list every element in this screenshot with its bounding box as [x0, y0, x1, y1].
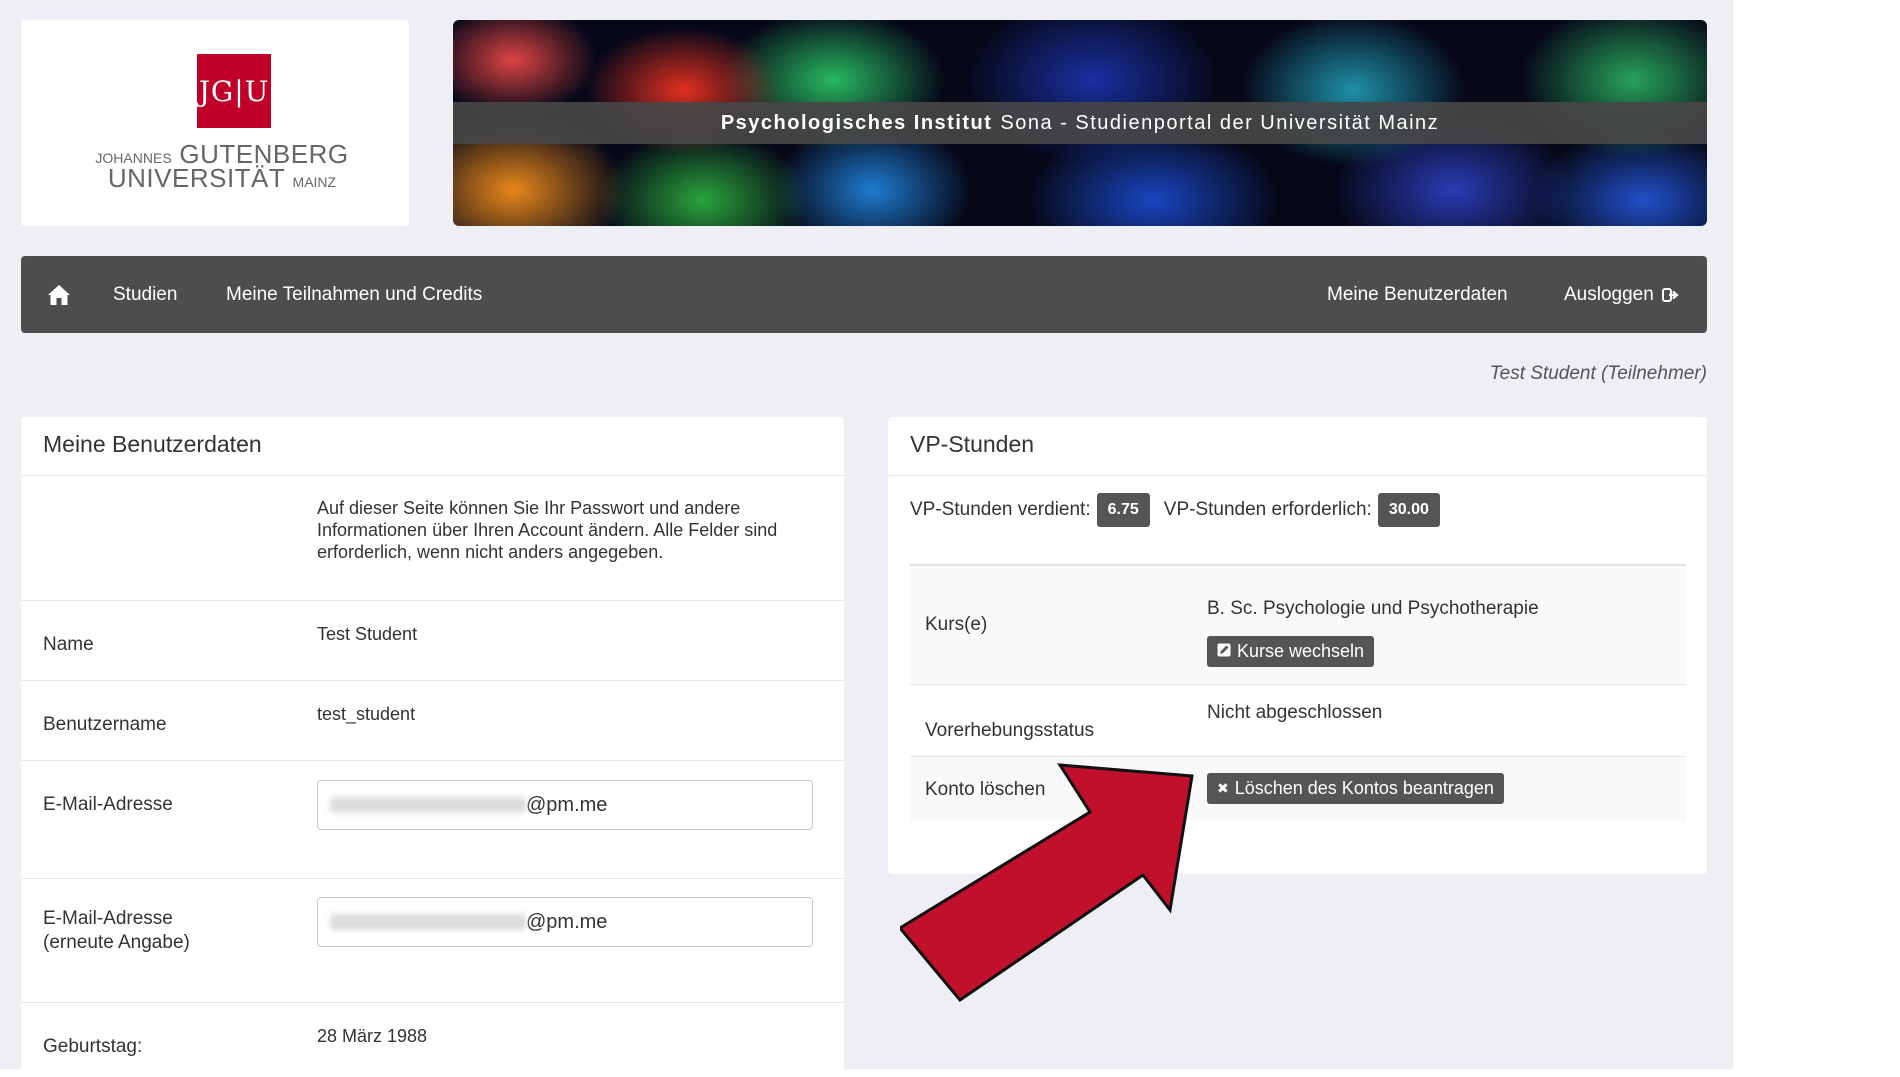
vp-earned-badge: 6.75 — [1096, 493, 1150, 527]
email-repeat-label-line-2: (erneute Angabe) — [43, 932, 190, 953]
name-value: Test Student — [317, 624, 418, 644]
divider — [888, 475, 1707, 476]
email-field-domain: @pm.me — [526, 793, 608, 816]
banner-title-rest: Sona - Studienportal der Universität Mai… — [1000, 111, 1440, 134]
sign-out-icon — [1661, 287, 1679, 302]
jgu-logo-mark: JG|U — [197, 54, 271, 128]
current-user-label: Test Student (Teilnehmer) — [1489, 363, 1707, 384]
logo-line-2: UNIVERSITÄT MAINZ — [87, 165, 357, 195]
status-value: Nicht abgeschlossen — [1207, 702, 1383, 723]
email-label: E-Mail-Adresse — [43, 794, 173, 815]
username-label: Benutzername — [43, 714, 167, 735]
nav-home[interactable] — [47, 256, 105, 333]
divider — [21, 600, 844, 601]
home-icon — [48, 284, 70, 305]
birthday-label: Geburtstag: — [43, 1036, 143, 1057]
table-row-vorerhebung: Vorerhebungsstatus Nicht abgeschlossen — [910, 685, 1686, 756]
divider — [21, 680, 844, 681]
email-field[interactable]: @pm.me — [317, 780, 813, 830]
username-value: test_student — [317, 704, 416, 724]
kurs-value: B. Sc. Psychologie und Psychotherapie — [1207, 598, 1539, 619]
logo-suffix: MAINZ — [292, 174, 337, 190]
banner-title-bold: Psychologisches Institut — [720, 111, 993, 134]
email-repeat-field-domain: @pm.me — [526, 910, 608, 933]
birthday-value: 28 März 1988 — [317, 1026, 428, 1046]
request-account-deletion-button[interactable]: ✖ Löschen des Kontos beantragen — [1207, 773, 1504, 804]
redacted-email-user — [330, 797, 526, 813]
intro-text: Auf dieser Seite können Sie Ihr Passwort… — [317, 498, 778, 562]
email-repeat-label-line-1: E-Mail-Adresse — [43, 908, 173, 929]
nav-teilnahmen-credits[interactable]: Meine Teilnahmen und Credits — [226, 256, 482, 333]
change-courses-label: Kurse wechseln — [1237, 641, 1365, 661]
university-logo[interactable]: JG|U JOHANNES GUTENBERG UNIVERSITÄT MAIN… — [21, 20, 409, 226]
nav-meine-benutzerdaten[interactable]: Meine Benutzerdaten — [1327, 256, 1508, 333]
user-data-title: Meine Benutzerdaten — [43, 431, 262, 457]
vp-hours-title: VP-Stunden — [910, 431, 1035, 457]
main-navbar: Studien Meine Teilnahmen und Credits Mei… — [21, 256, 1707, 333]
divider — [21, 1002, 844, 1003]
vp-required-label: VP-Stunden erforderlich: — [1163, 499, 1372, 520]
redacted-email-user — [330, 914, 526, 930]
table-row-kurse: Kurs(e) B. Sc. Psychologie und Psychothe… — [910, 566, 1686, 684]
email-repeat-label: E-Mail-Adresse (erneute Angabe) — [43, 907, 190, 955]
user-data-card: Meine Benutzerdaten Auf dieser Seite kön… — [21, 417, 844, 1077]
edit-icon — [1217, 643, 1231, 660]
name-label: Name — [43, 634, 94, 655]
vp-required-badge: 30.00 — [1377, 493, 1440, 527]
logo-universitaet: UNIVERSITÄT — [107, 163, 285, 193]
banner-title: Psychologisches Institut Sona - Studienp… — [453, 102, 1707, 144]
nav-benutzerdaten-label: Meine Benutzerdaten — [1327, 283, 1508, 305]
status-label: Vorerhebungsstatus — [925, 720, 1095, 741]
nav-studien[interactable]: Studien — [113, 256, 177, 333]
request-deletion-label: Löschen des Kontos beantragen — [1234, 778, 1494, 798]
header-banner: Psychologisches Institut Sona - Studienp… — [453, 20, 1707, 226]
email-repeat-field[interactable]: @pm.me — [317, 897, 813, 947]
nav-studien-label: Studien — [113, 283, 178, 305]
kurs-label: Kurs(e) — [925, 614, 988, 635]
nav-ausloggen-label: Ausloggen — [1564, 283, 1654, 305]
change-courses-button[interactable]: Kurse wechseln — [1207, 636, 1375, 667]
vp-earned-label: VP-Stunden verdient: — [910, 499, 1091, 520]
divider — [21, 760, 844, 761]
divider — [21, 878, 844, 879]
annotation-arrow-icon — [900, 763, 1194, 1003]
divider — [21, 475, 844, 476]
nav-teilnahmen-label: Meine Teilnahmen und Credits — [226, 283, 483, 305]
nav-ausloggen[interactable]: Ausloggen — [1564, 256, 1680, 333]
vp-hours-summary: VP-Stunden verdient: 6.75 VP-Stunden erf… — [910, 493, 1440, 527]
